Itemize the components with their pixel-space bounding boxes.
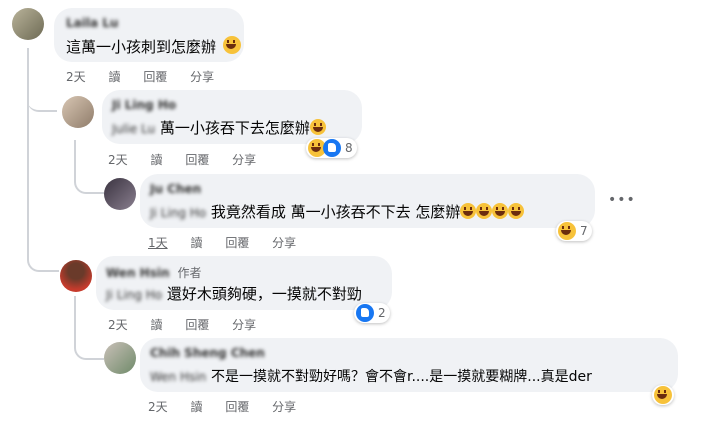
read-button[interactable]: 讀 bbox=[190, 236, 202, 250]
read-button[interactable]: 讀 bbox=[150, 153, 162, 167]
timestamp[interactable]: 2天 bbox=[108, 318, 128, 332]
thread-connector bbox=[27, 248, 59, 272]
commenter-name-row: Wen Hsin 作者 bbox=[106, 264, 202, 281]
reaction-count: 2 bbox=[378, 306, 386, 320]
reply-button[interactable]: 回覆 bbox=[185, 318, 209, 332]
reaction-summary[interactable]: 8 bbox=[306, 138, 357, 158]
comment-body: 這萬一小孩刺到怎麼辦 bbox=[66, 38, 217, 56]
laughing-emoji-icon bbox=[222, 36, 241, 54]
share-button[interactable]: 分享 bbox=[232, 153, 256, 167]
avatar[interactable] bbox=[104, 178, 136, 210]
comment-actions: 2天 讀 回覆 分享 bbox=[148, 398, 315, 415]
reply-button[interactable]: 回覆 bbox=[143, 70, 167, 84]
like-reaction-icon bbox=[323, 139, 341, 157]
read-button[interactable]: 讀 bbox=[108, 70, 120, 84]
mention-tag[interactable]: Ji Ling Ho bbox=[106, 288, 162, 302]
comment-text: Wen Hsin 不是一摸就不對勁好嗎？會不會r....是一摸就要糊牌...真是… bbox=[150, 366, 592, 387]
comment-bubble: Ji Ling Ho Julie Lu 萬一小孩吞下去怎麼辦 bbox=[102, 90, 362, 144]
laughing-emoji-icon bbox=[309, 119, 326, 135]
mention-tag[interactable]: Wen Hsin bbox=[150, 370, 206, 384]
thread-connector bbox=[74, 170, 104, 194]
laughing-emoji-icon bbox=[460, 203, 477, 219]
laughing-emoji-icon bbox=[508, 203, 525, 219]
comment-bubble: Chih Sheng Chen Wen Hsin 不是一摸就不對勁好嗎？會不會r… bbox=[140, 338, 678, 392]
read-button[interactable]: 讀 bbox=[190, 400, 202, 414]
reply-button[interactable]: 回覆 bbox=[225, 236, 249, 250]
share-button[interactable]: 分享 bbox=[232, 318, 256, 332]
timestamp[interactable]: 2天 bbox=[148, 400, 168, 414]
comment-body: 不是一摸就不對勁好嗎？會不會r....是一摸就要糊牌...真是der bbox=[210, 369, 592, 385]
comment-actions: 2天 讀 回覆 分享 bbox=[66, 68, 233, 85]
reply-button[interactable]: 回覆 bbox=[225, 400, 249, 414]
laugh-reaction-icon bbox=[558, 222, 576, 240]
commenter-name[interactable]: Ji Ling Ho bbox=[112, 98, 176, 112]
comment-body: 萬一小孩吞下去怎麼辦 bbox=[159, 119, 310, 137]
more-options-icon[interactable]: ••• bbox=[608, 192, 636, 208]
comment-text: Ji Ling Ho 還好木頭夠硬，一摸就不對勁 bbox=[106, 284, 362, 305]
thread-connector bbox=[27, 90, 57, 112]
avatar[interactable] bbox=[104, 342, 136, 374]
reaction-count: 8 bbox=[345, 141, 353, 155]
comment-body: 還好木頭夠硬，一摸就不對勁 bbox=[166, 285, 362, 303]
timestamp[interactable]: 2天 bbox=[66, 70, 86, 84]
mention-tag[interactable]: Julie Lu bbox=[112, 122, 155, 136]
comment-actions: 2天 讀 回覆 分享 bbox=[108, 316, 275, 333]
avatar[interactable] bbox=[60, 260, 92, 292]
comment-bubble: Wen Hsin 作者 Ji Ling Ho 還好木頭夠硬，一摸就不對勁 bbox=[96, 256, 392, 310]
reaction-summary[interactable]: 2 bbox=[354, 303, 390, 323]
timestamp[interactable]: 1天 bbox=[148, 236, 168, 250]
avatar[interactable] bbox=[12, 8, 44, 40]
avatar[interactable] bbox=[62, 96, 94, 128]
commenter-name[interactable]: Wen Hsin bbox=[106, 266, 170, 280]
mention-tag[interactable]: Ji Ling Ho bbox=[150, 206, 206, 220]
laughing-emoji-icon bbox=[492, 203, 509, 219]
commenter-name[interactable]: Chih Sheng Chen bbox=[150, 346, 265, 360]
comment-text: 這萬一小孩刺到怎麼辦 bbox=[66, 36, 241, 57]
laugh-reaction-icon bbox=[654, 386, 672, 404]
comment-bubble: Laila Lu 這萬一小孩刺到怎麼辦 bbox=[54, 8, 244, 62]
share-button[interactable]: 分享 bbox=[190, 70, 214, 84]
comment-bubble: Ju Chen Ji Ling Ho 我竟然看成 萬一小孩吞不下去 怎麼辦 bbox=[140, 174, 595, 228]
commenter-name[interactable]: Laila Lu bbox=[66, 16, 118, 30]
comment-body: 我竟然看成 萬一小孩吞不下去 怎麼辦 bbox=[210, 203, 461, 221]
share-button[interactable]: 分享 bbox=[272, 236, 296, 250]
laughing-emoji-icon bbox=[476, 203, 493, 219]
like-reaction-icon bbox=[356, 304, 374, 322]
thread-line bbox=[27, 48, 29, 248]
comment-actions: 1天 讀 回覆 分享 bbox=[148, 234, 315, 251]
comment-text: Julie Lu 萬一小孩吞下去怎麼辦 bbox=[112, 118, 326, 139]
reaction-summary[interactable] bbox=[652, 385, 674, 405]
author-badge: 作者 bbox=[177, 266, 202, 280]
timestamp[interactable]: 2天 bbox=[108, 153, 128, 167]
thread-line bbox=[74, 296, 76, 336]
reply-button[interactable]: 回覆 bbox=[185, 153, 209, 167]
thread-line bbox=[74, 140, 76, 170]
comment-actions: 2天 讀 回覆 分享 bbox=[108, 151, 275, 168]
share-button[interactable]: 分享 bbox=[272, 400, 296, 414]
commenter-name[interactable]: Ju Chen bbox=[150, 182, 201, 196]
thread-connector bbox=[74, 336, 104, 360]
reaction-summary[interactable]: 7 bbox=[556, 221, 592, 241]
read-button[interactable]: 讀 bbox=[150, 318, 162, 332]
reaction-count: 7 bbox=[580, 224, 588, 238]
comment-text: Ji Ling Ho 我竟然看成 萬一小孩吞不下去 怎麼辦 bbox=[150, 202, 525, 223]
